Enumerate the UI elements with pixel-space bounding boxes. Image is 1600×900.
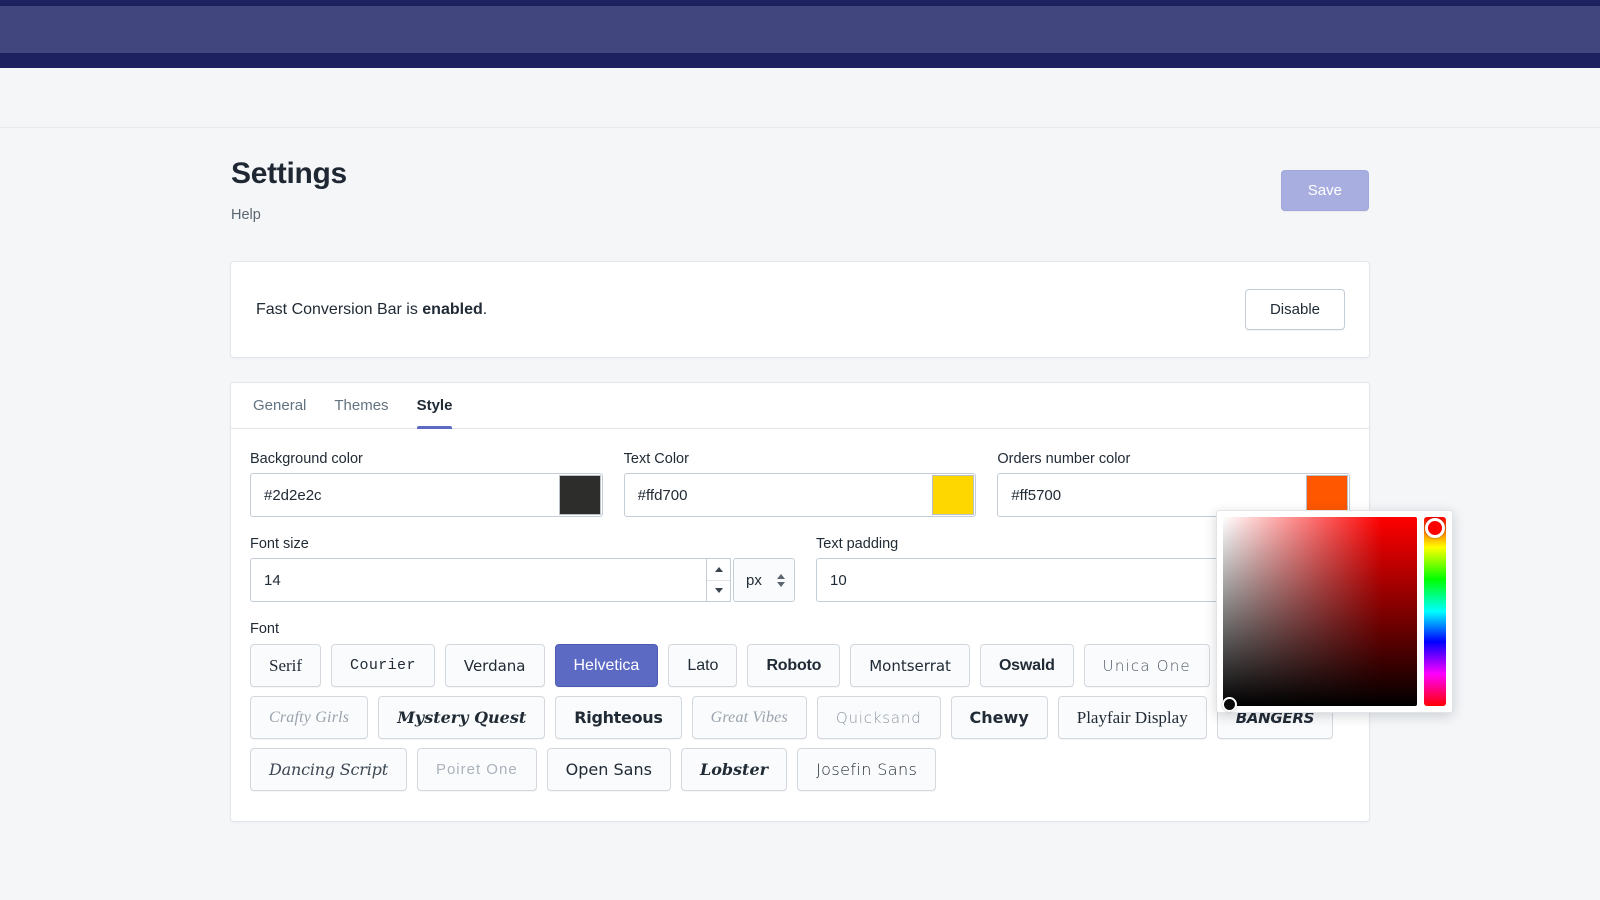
font-chip-roboto[interactable]: Roboto <box>747 644 841 687</box>
text-color-input[interactable] <box>624 474 933 516</box>
font-chip-row-3: Dancing Script Poiret One Open Sans Lobs… <box>250 748 1350 791</box>
font-chip-helvetica[interactable]: Helvetica <box>554 644 659 687</box>
saturation-value-cursor[interactable] <box>1222 697 1237 712</box>
page-header-left: Settings Help <box>231 156 347 224</box>
font-size-increment-button[interactable] <box>707 559 730 580</box>
text-color-input-wrap <box>623 473 977 517</box>
page-title: Settings <box>231 157 347 190</box>
background-color-swatch[interactable] <box>558 475 601 515</box>
status-banner-text: Fast Conversion Bar is enabled. <box>256 301 487 319</box>
help-link[interactable]: Help <box>231 207 261 223</box>
text-color-field: Text Color <box>623 451 977 517</box>
font-picker-section: Font Serif Courier Verdana Helvetica Lat… <box>231 621 1369 791</box>
background-color-input-wrap <box>250 473 603 517</box>
font-chip-chewy[interactable]: Chewy <box>950 696 1048 739</box>
chevron-up-icon <box>777 573 785 579</box>
font-size-unit-select[interactable]: px <box>733 558 795 602</box>
font-chip-row-2: Crafty Girls Mystery Quest Righteous Gre… <box>250 696 1350 739</box>
hue-slider-handle[interactable] <box>1425 518 1445 538</box>
font-chip-unica-one[interactable]: Unica One <box>1083 644 1210 687</box>
font-size-field: Font size 14 px <box>250 536 795 602</box>
font-size-stepper[interactable] <box>706 559 730 601</box>
font-chip-poiret-one[interactable]: Poiret One <box>416 748 537 791</box>
font-chip-courier[interactable]: Courier <box>331 644 435 687</box>
banner-text-after: . <box>482 300 488 318</box>
status-banner-card: Fast Conversion Bar is enabled. Disable <box>230 261 1370 358</box>
top-accent-bar-lower <box>0 53 1600 68</box>
orders-number-color-label: Orders number color <box>997 451 1131 467</box>
font-chip-oswald[interactable]: Oswald <box>979 644 1074 687</box>
font-size-group: px <box>250 558 795 602</box>
text-color-swatch[interactable] <box>932 475 975 515</box>
background-color-field: Background color <box>250 451 603 517</box>
font-chip-open-sans[interactable]: Open Sans <box>546 748 671 791</box>
tab-general[interactable]: General <box>239 383 320 428</box>
hue-slider[interactable] <box>1424 517 1446 706</box>
font-chip-quicksand[interactable]: Quicksand <box>816 696 941 739</box>
tab-style[interactable]: Style <box>403 383 467 429</box>
select-chevrons-icon <box>777 573 785 587</box>
caret-down-icon <box>714 588 723 594</box>
font-size-input[interactable] <box>251 559 706 601</box>
font-chip-verdana[interactable]: Verdana <box>444 644 545 687</box>
size-fields-row: Font size 14 px Text padding 10 <box>250 536 1350 602</box>
font-chip-crafty-girls[interactable]: Crafty Girls <box>250 696 369 739</box>
font-chip-lato[interactable]: Lato <box>668 644 738 687</box>
orders-number-color-swatch[interactable] <box>1306 475 1349 515</box>
background-color-input[interactable] <box>251 474 559 516</box>
color-fields-row: Background color Text Color <box>250 451 1351 517</box>
font-chip-rows: Serif Courier Verdana Helvetica Lato Rob… <box>250 644 1350 791</box>
banner-text-before: Fast Conversion Bar is <box>256 300 423 318</box>
font-chip-montserrat[interactable]: Montserrat <box>850 644 970 687</box>
tab-bar: General Themes Style <box>231 383 1369 429</box>
orders-number-color-field: Orders number color <box>997 451 1351 517</box>
disable-button[interactable]: Disable <box>1244 289 1345 330</box>
save-button[interactable]: Save <box>1280 170 1369 211</box>
font-size-label: Font size <box>250 536 309 552</box>
sub-header-strip <box>0 68 1600 128</box>
saturation-value-area[interactable] <box>1222 517 1417 712</box>
font-chip-josefin-sans[interactable]: Josefin Sans <box>797 748 937 791</box>
app-top-bar <box>0 6 1600 53</box>
font-chip-lobster[interactable]: Lobster <box>680 748 788 791</box>
font-chip-mystery-quest[interactable]: Mystery Quest <box>378 696 546 739</box>
font-chip-great-vibes[interactable]: Great Vibes <box>691 696 807 739</box>
banner-status-word: enabled <box>422 300 483 318</box>
font-chip-dancing-script[interactable]: Dancing Script <box>250 748 407 791</box>
style-form: Background color Text Color <box>231 429 1369 602</box>
settings-card: General Themes Style Background color #2… <box>230 382 1370 822</box>
chevron-down-icon <box>777 581 785 587</box>
content-container: Settings Help Save Fast Conversion Bar i… <box>230 128 1453 822</box>
caret-up-icon <box>714 566 723 572</box>
color-picker-popover[interactable] <box>1216 510 1453 713</box>
tab-themes[interactable]: Themes <box>320 383 402 428</box>
font-size-input-wrap <box>250 558 731 602</box>
page-header: Settings Help Save <box>230 156 1370 224</box>
font-picker-label: Font <box>250 621 280 637</box>
page-body: Settings Help Save Fast Conversion Bar i… <box>0 128 1600 900</box>
font-chip-row-1: Serif Courier Verdana Helvetica Lato Rob… <box>250 644 1350 687</box>
font-size-unit-value: px <box>746 571 762 589</box>
font-size-decrement-button[interactable] <box>707 579 730 601</box>
font-chip-playfair-display[interactable]: Playfair Display <box>1057 696 1207 739</box>
font-chip-righteous[interactable]: Righteous <box>555 696 682 739</box>
font-chip-serif[interactable]: Serif <box>250 644 322 687</box>
text-color-label: Text Color <box>623 451 689 467</box>
background-color-label: Background color <box>250 451 363 467</box>
